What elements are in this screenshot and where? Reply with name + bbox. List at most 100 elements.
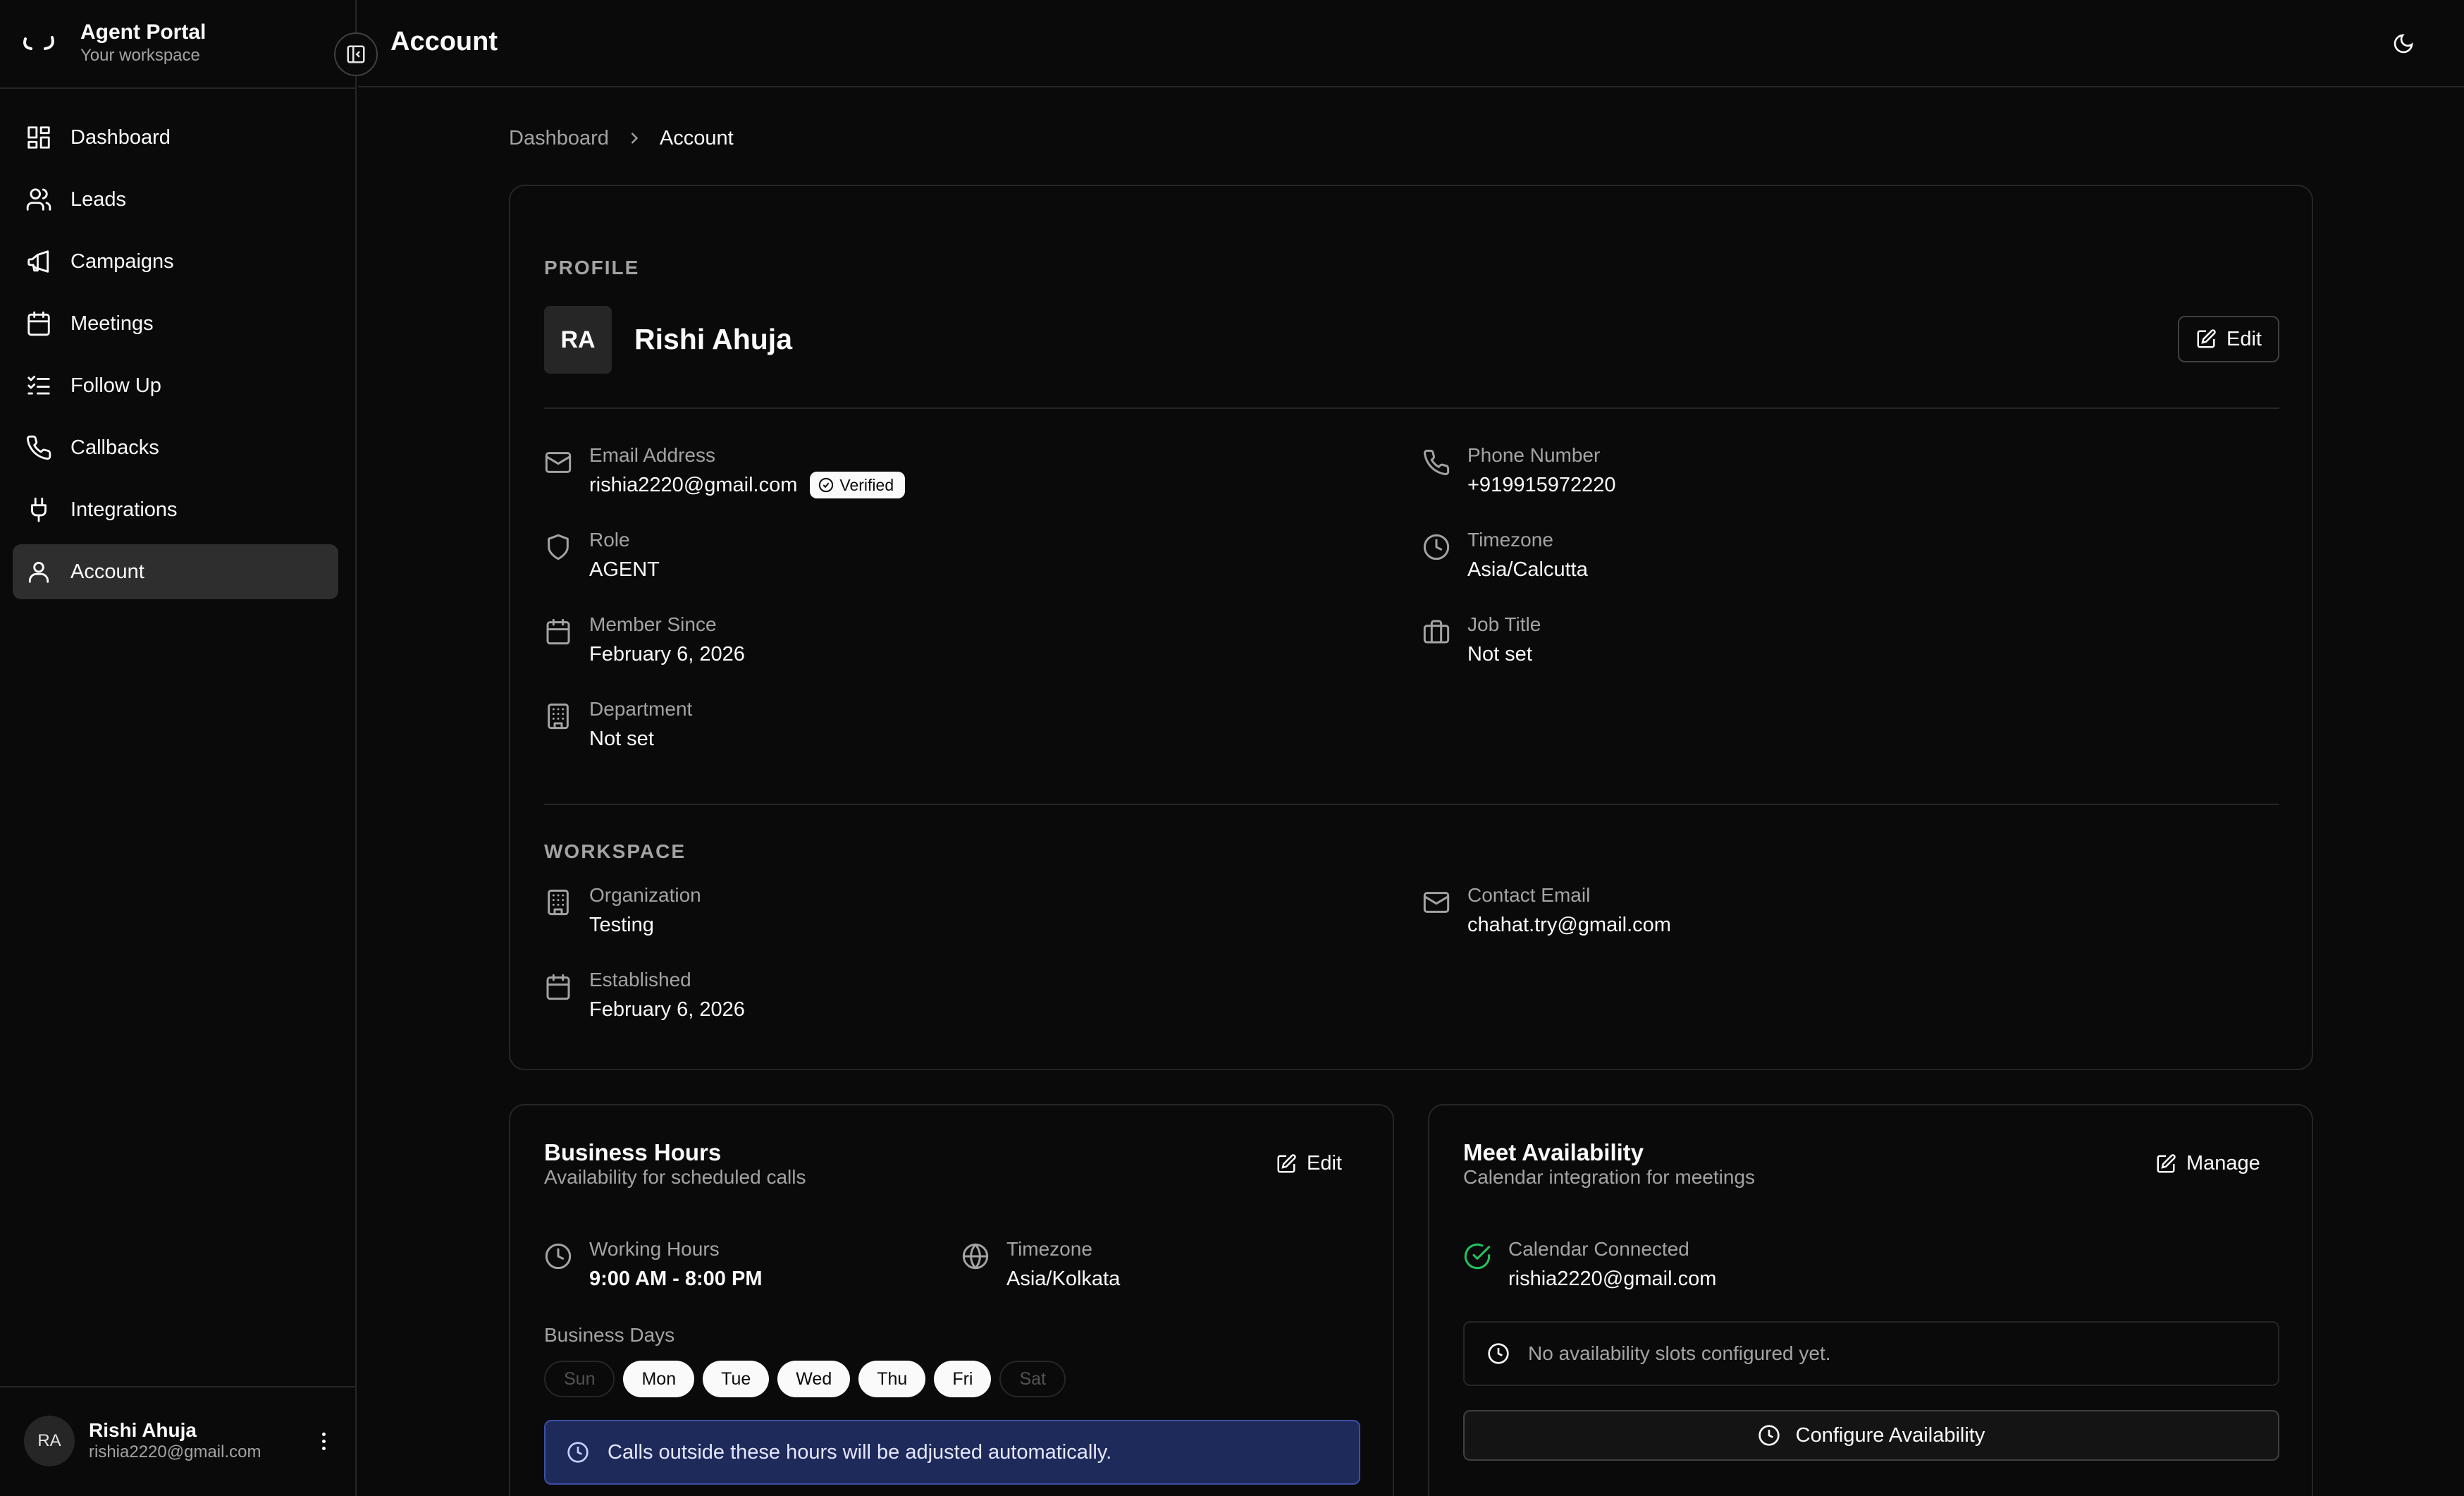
- sidebar-user[interactable]: RA Rishi Ahuja rishia2220@gmail.com: [24, 1409, 334, 1473]
- manage-availability-button[interactable]: Manage: [2155, 1152, 2260, 1175]
- sidebar-item-meetings[interactable]: Meetings: [13, 296, 338, 351]
- role-field: Role AGENT: [544, 526, 660, 585]
- manage-availability-label: Manage: [2186, 1152, 2260, 1175]
- user-icon: [28, 561, 49, 583]
- page-title: Account: [390, 27, 498, 56]
- top-bar: Account: [358, 0, 2464, 87]
- business-timezone-field: Timezone Asia/Kolkata: [961, 1235, 1120, 1294]
- sidebar-item-campaigns[interactable]: Campaigns: [13, 234, 338, 289]
- theme-toggle-button[interactable]: [2388, 28, 2419, 59]
- edit-business-hours-button[interactable]: Edit: [1276, 1152, 1342, 1175]
- contact-email-field: Contact Email chahat.try@gmail.com: [1422, 881, 1671, 940]
- sidebar-item-callbacks[interactable]: Callbacks: [13, 420, 338, 475]
- business-hours-subtitle: Availability for scheduled calls: [544, 1166, 806, 1188]
- job-title-label: Job Title: [1467, 613, 1541, 635]
- meet-availability-title: Meet Availability: [1463, 1139, 1644, 1165]
- role-value: AGENT: [589, 558, 660, 581]
- member-since-field: Member Since February 6, 2026: [544, 611, 745, 670]
- availability-empty-text: No availability slots configured yet.: [1528, 1342, 1831, 1364]
- day-chip-wed[interactable]: Wed: [777, 1361, 851, 1397]
- business-days: Sun Mon Tue Wed Thu Fri Sat: [544, 1361, 1066, 1397]
- working-hours-label: Working Hours: [589, 1238, 720, 1260]
- clock-icon: [1423, 534, 1450, 560]
- sidebar-item-label: Leads: [70, 188, 127, 211]
- sidebar-item-dashboard[interactable]: Dashboard: [13, 110, 338, 165]
- contact-email-label: Contact Email: [1467, 884, 1591, 906]
- brand-text: Agent Portal Your workspace: [80, 20, 206, 66]
- business-days-label: Business Days: [544, 1324, 675, 1346]
- verified-badge: Verified: [810, 472, 906, 498]
- breadcrumb-current: Account: [659, 126, 734, 149]
- sidebar-item-account[interactable]: Account: [13, 544, 338, 599]
- shield-icon: [548, 534, 569, 560]
- sidebar-item-label: Callbacks: [70, 436, 159, 459]
- email-field: Email Address rishia2220@gmail.com Verif…: [544, 441, 906, 501]
- mail-icon: [545, 452, 572, 473]
- check-circle-icon: [819, 477, 834, 493]
- business-timezone-label: Timezone: [1006, 1238, 1092, 1260]
- edit-icon: [2157, 1153, 2176, 1172]
- chevron-right-icon: [631, 133, 639, 144]
- calendar-connected-field: Calendar Connected rishia2220@gmail.com: [1463, 1235, 1716, 1294]
- organization-value: Testing: [589, 914, 654, 936]
- profile-name: Rishi Ahuja: [634, 323, 792, 355]
- breadcrumb-dashboard-link[interactable]: Dashboard: [509, 127, 609, 150]
- workspace-divider: [544, 804, 2279, 805]
- edit-profile-button[interactable]: Edit: [2178, 316, 2279, 362]
- clock-icon: [545, 1243, 572, 1270]
- working-hours-field: Working Hours 9:00 AM - 8:00 PM: [544, 1235, 763, 1294]
- sidebar-item-leads[interactable]: Leads: [13, 172, 338, 227]
- calendar-icon: [27, 311, 50, 336]
- sidebar-item-label: Meetings: [70, 312, 154, 335]
- established-field: Established February 6, 2026: [544, 966, 745, 1025]
- established-label: Established: [589, 969, 691, 991]
- contact-email-value: chahat.try@gmail.com: [1467, 914, 1671, 936]
- day-chip-thu[interactable]: Thu: [858, 1361, 926, 1397]
- business-hours-title: Business Hours: [544, 1139, 722, 1165]
- check-circle-icon: [1464, 1243, 1491, 1270]
- brand[interactable]: Agent Portal Your workspace: [21, 18, 206, 68]
- sidebar-user-meta: Rishi Ahuja rishia2220@gmail.com: [89, 1419, 313, 1463]
- brand-logo-icon: [23, 36, 54, 50]
- calendar-connected-value: rishia2220@gmail.com: [1508, 1268, 1717, 1290]
- job-title-value: Not set: [1467, 643, 1532, 666]
- sidebar-item-label: Integrations: [70, 498, 178, 521]
- dashboard-grid-icon: [27, 126, 50, 149]
- brand-subtitle: Your workspace: [80, 46, 200, 65]
- profile-divider: [544, 407, 2279, 409]
- day-chip-fri[interactable]: Fri: [934, 1361, 992, 1397]
- more-vertical-icon[interactable]: [313, 1427, 334, 1455]
- clock-icon: [567, 1442, 589, 1463]
- sidebar-user-name: Rishi Ahuja: [89, 1419, 197, 1441]
- profile-card: PROFILE RA Rishi Ahuja Edit Email Addres…: [509, 185, 2313, 1070]
- department-value: Not set: [589, 728, 654, 750]
- organization-field: Organization Testing: [544, 881, 701, 940]
- app-root: Agent Portal Your workspace Dashboard Le…: [0, 0, 2464, 1496]
- day-chip-sat[interactable]: Sat: [999, 1361, 1066, 1397]
- sidebar-item-label: Account: [70, 560, 144, 583]
- phone-icon: [1424, 449, 1450, 475]
- email-value-row: rishia2220@gmail.com Verified: [589, 470, 906, 501]
- business-hours-card: Business Hours Availability for schedule…: [509, 1104, 1394, 1496]
- sidebar-item-label: Follow Up: [70, 374, 161, 397]
- sidebar-collapse-button[interactable]: [334, 32, 378, 76]
- clock-icon: [1488, 1343, 1509, 1364]
- timezone-value: Asia/Calcutta: [1467, 558, 1588, 581]
- day-chip-sun[interactable]: Sun: [544, 1361, 615, 1397]
- configure-availability-button[interactable]: Configure Availability: [1463, 1410, 2279, 1461]
- sidebar-divider: [0, 87, 357, 89]
- sidebar-item-integrations[interactable]: Integrations: [13, 482, 338, 537]
- sidebar-nav: Dashboard Leads Campaigns Meetings Follo…: [13, 110, 338, 606]
- calendar-icon: [546, 618, 570, 645]
- day-chip-mon[interactable]: Mon: [623, 1361, 695, 1397]
- sidebar-item-label: Campaigns: [70, 250, 174, 273]
- day-chip-tue[interactable]: Tue: [703, 1361, 770, 1397]
- timezone-field: Timezone Asia/Calcutta: [1422, 526, 1588, 585]
- job-title-field: Job Title Not set: [1422, 611, 1541, 670]
- moon-icon: [2394, 34, 2413, 54]
- sidebar-item-follow-up[interactable]: Follow Up: [13, 358, 338, 413]
- meet-availability-card: Meet Availability Calendar integration f…: [1428, 1104, 2313, 1496]
- edit-profile-label: Edit: [2226, 327, 2262, 350]
- workspace-section-label: WORKSPACE: [544, 840, 686, 862]
- sidebar-footer-divider: [0, 1386, 357, 1387]
